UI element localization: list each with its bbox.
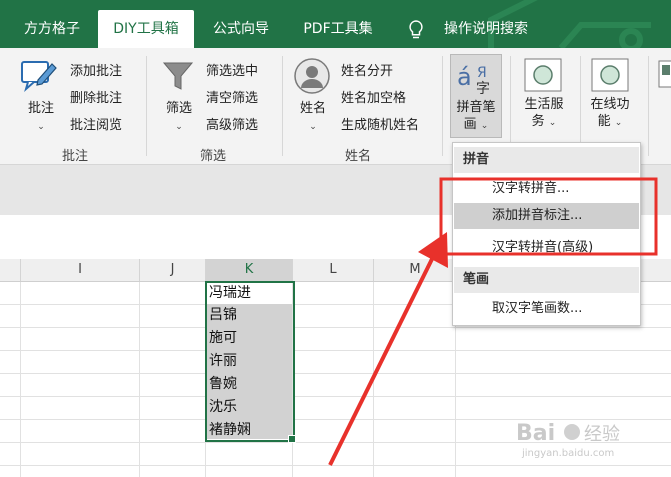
svg-text:经验: 经验: [584, 424, 620, 445]
pointer-arrow-head: [418, 232, 448, 268]
highlight-box: [439, 177, 658, 256]
svg-text:Bai: Bai: [516, 421, 555, 446]
red-annotation-overlay: [328, 177, 658, 466]
pointer-arrow-shaft: [328, 254, 436, 466]
watermark-logo: Bai 经验 jingyan.baidu.com: [514, 410, 644, 460]
svg-text:jingyan.baidu.com: jingyan.baidu.com: [521, 448, 614, 459]
